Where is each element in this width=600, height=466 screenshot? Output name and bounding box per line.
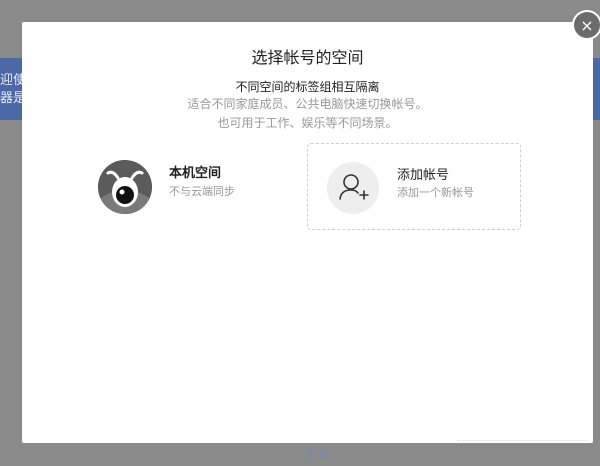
add-account-subtitle: 添加一个新帐号 [397, 186, 474, 199]
modal-subtitle: 不同空间的标签组相互隔离 [235, 80, 380, 94]
local-space-name: 本机空间 [169, 166, 222, 181]
background-text-line: 器是 [0, 91, 24, 106]
background-footer-text: 1 > [305, 446, 331, 462]
watermark-decoration [458, 430, 588, 441]
modal-title: 选择帐号的空间 [251, 48, 364, 67]
background-text-line: 迎使 [0, 73, 24, 88]
local-space-subtitle: 不与云端同步 [169, 185, 235, 198]
description-line: 也可用于工作、娱乐等不同场景。 [217, 116, 398, 130]
local-space-card[interactable]: 本机空间 不与云端同步 [92, 143, 306, 230]
add-account-card[interactable]: 添加帐号 添加一个新帐号 [307, 143, 521, 230]
close-button[interactable]: × [574, 12, 600, 38]
background-banner-text: 迎使 器是 [0, 72, 24, 108]
add-user-icon [339, 174, 369, 200]
description-line: 适合不同家庭成员、公共电脑快速切换帐号。 [187, 97, 428, 111]
logo-avatar [98, 160, 152, 214]
add-account-name: 添加帐号 [397, 168, 450, 183]
space-select-modal: 选择帐号的空间 不同空间的标签组相互隔离 适合不同家庭成员、公共电脑快速切换帐号… [22, 22, 593, 443]
close-icon: × [580, 15, 594, 35]
ant-logo-icon [98, 160, 152, 214]
add-user-avatar [327, 162, 379, 214]
modal-description: 适合不同家庭成员、公共电脑快速切换帐号。 也可用于工作、娱乐等不同场景。 [22, 95, 593, 133]
